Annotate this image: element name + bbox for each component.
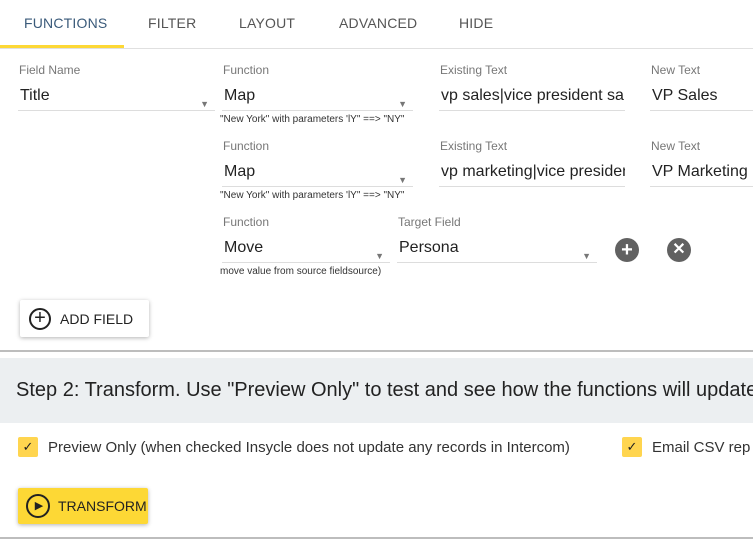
function-label: Function [223, 215, 270, 229]
function-select[interactable]: Map ▼ [222, 161, 413, 187]
email-csv-label: Email CSV rep [652, 439, 751, 456]
new-text-input[interactable]: VP Marketing [650, 161, 753, 187]
target-field-label: Target Field [398, 215, 461, 229]
function-value: Map [224, 163, 256, 180]
dropdown-arrow-icon: ▼ [375, 251, 384, 261]
function-select[interactable]: Move ▼ [222, 237, 390, 263]
new-text-label: New Text [651, 63, 701, 77]
function-help: move value from source fieldsource) [220, 266, 382, 277]
dropdown-arrow-icon: ▼ [398, 99, 407, 109]
add-field-button[interactable]: + ADD FIELD [20, 300, 149, 337]
section-divider [0, 350, 753, 352]
new-text-label: New Text [651, 139, 701, 153]
function-label: Function [223, 63, 270, 77]
target-field-select[interactable]: Persona ▼ [397, 237, 597, 263]
existing-text-input[interactable]: vp marketing|vice presiden [439, 161, 625, 187]
field-name-label: Field Name [19, 63, 81, 77]
new-text-input[interactable]: VP Sales [650, 85, 753, 111]
step2-title: Step 2: Transform. Use "Preview Only" to… [16, 379, 753, 401]
existing-text-label: Existing Text [440, 63, 508, 77]
tab-layout[interactable]: LAYOUT [239, 15, 295, 31]
add-field-label: ADD FIELD [60, 310, 134, 327]
play-icon: ▶ [26, 494, 50, 518]
remove-function-icon[interactable]: ✕ [667, 238, 691, 262]
tab-filter[interactable]: FILTER [148, 15, 196, 31]
dropdown-arrow-icon: ▼ [398, 175, 407, 185]
target-field-value: Persona [399, 239, 459, 256]
tab-advanced[interactable]: ADVANCED [339, 15, 417, 31]
field-name-value: Title [20, 87, 50, 104]
preview-only-checkbox[interactable]: ✓ [18, 437, 38, 457]
function-select[interactable]: Map ▼ [222, 85, 413, 111]
existing-text-input[interactable]: vp sales|vice president sa [439, 85, 625, 111]
field-name-select[interactable]: Title ▼ [18, 85, 215, 111]
add-function-icon[interactable]: + [615, 238, 639, 262]
dropdown-arrow-icon: ▼ [582, 251, 591, 261]
preview-only-label: Preview Only (when checked Insycle does … [48, 439, 570, 456]
step2-header: Step 2: Transform. Use "Preview Only" to… [0, 358, 753, 423]
function-label: Function [223, 139, 270, 153]
function-help: "New York" with parameters 'lY" ==> "NY" [220, 114, 405, 125]
tab-hide[interactable]: HIDE [459, 15, 493, 31]
add-circle-icon: + [29, 307, 51, 330]
dropdown-arrow-icon: ▼ [200, 99, 209, 109]
function-value: Map [224, 87, 256, 104]
function-value: Move [224, 239, 264, 256]
function-help: "New York" with parameters 'lY" ==> "NY" [220, 190, 405, 201]
tab-functions[interactable]: FUNCTIONS [24, 15, 107, 31]
transform-button[interactable]: ▶ TRANSFORM [18, 488, 148, 524]
tab-divider [0, 48, 753, 49]
existing-text-label: Existing Text [440, 139, 508, 153]
transform-label: TRANSFORM [58, 498, 147, 514]
email-csv-checkbox[interactable]: ✓ [622, 437, 642, 457]
active-tab-indicator [0, 45, 124, 48]
